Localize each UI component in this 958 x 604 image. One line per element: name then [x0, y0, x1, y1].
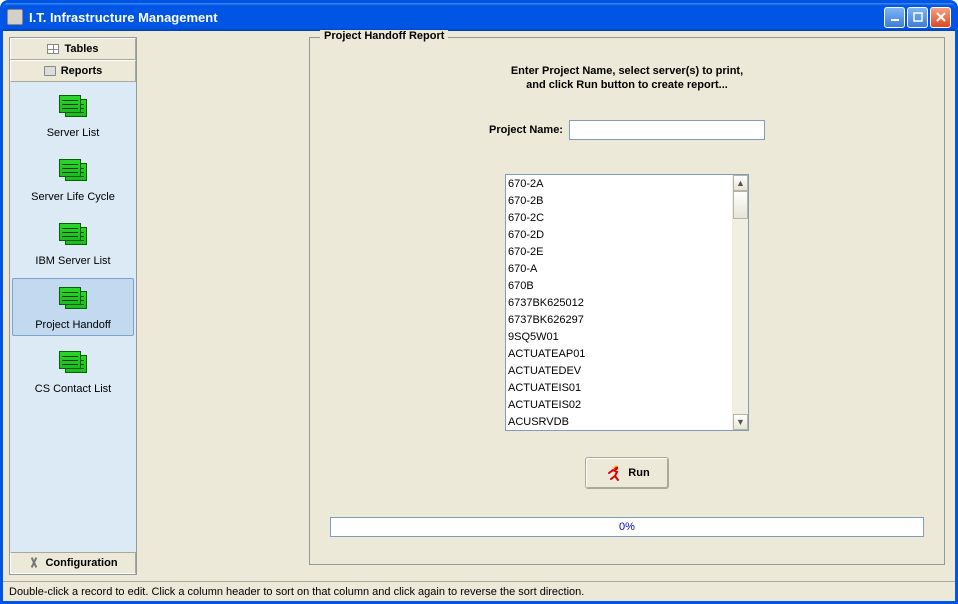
server-list-item[interactable]: ACTUATEAP01 — [508, 346, 730, 363]
progress-bar: 0% — [330, 517, 924, 537]
minimize-button[interactable] — [884, 7, 905, 28]
tables-icon — [47, 44, 59, 54]
project-name-label: Project Name: — [489, 124, 563, 136]
run-button-label: Run — [628, 467, 649, 479]
sidebar-item[interactable]: IBM Server List — [12, 214, 134, 272]
sidebar-item[interactable]: Project Handoff — [12, 278, 134, 336]
sidebar-item-label: Server Life Cycle — [31, 191, 115, 203]
scroll-track[interactable] — [733, 191, 748, 414]
sidebar-item[interactable]: CS Contact List — [12, 342, 134, 400]
sidebar-tab-reports-label: Reports — [61, 65, 103, 77]
maximize-icon — [913, 12, 923, 22]
sidebar-item[interactable]: Server List — [12, 86, 134, 144]
statusbar: Double-click a record to edit. Click a c… — [3, 581, 955, 601]
sidebar-tab-tables-label: Tables — [64, 43, 98, 55]
server-list-item[interactable]: 670-2D — [508, 227, 730, 244]
server-list-item[interactable]: ACTUATEIS02 — [508, 397, 730, 414]
sidebar-item[interactable]: Server Life Cycle — [12, 150, 134, 208]
server-list-item[interactable]: ACTUATEDEV — [508, 363, 730, 380]
report-panel: Project Handoff Report Enter Project Nam… — [309, 37, 945, 565]
server-list-content: 670-2A670-2B670-2C670-2D670-2E670-A670B6… — [506, 175, 732, 430]
report-instructions: Enter Project Name, select server(s) to … — [322, 64, 932, 92]
sidebar-tab-reports[interactable]: Reports — [10, 60, 136, 82]
scroll-thumb[interactable] — [733, 191, 748, 219]
server-list-item[interactable]: 6737BK625012 — [508, 295, 730, 312]
instructions-line2: and click Run button to create report... — [526, 79, 728, 91]
sidebar-tab-tables[interactable]: Tables — [10, 38, 136, 60]
server-list-item[interactable]: 670-2B — [508, 193, 730, 210]
app-icon — [7, 9, 23, 25]
server-list-item[interactable]: 670-2E — [508, 244, 730, 261]
window-title: I.T. Infrastructure Management — [29, 10, 884, 25]
client-area: Tables Reports Server List Server Life Cy… — [3, 31, 955, 601]
close-icon — [936, 12, 946, 22]
run-icon — [604, 464, 622, 482]
server-listbox[interactable]: 670-2A670-2B670-2C670-2D670-2E670-A670B6… — [505, 174, 749, 431]
sidebar-item-label: Server List — [47, 127, 100, 139]
server-list-item[interactable]: 670-2C — [508, 210, 730, 227]
sidebar-item-label: CS Contact List — [35, 383, 111, 395]
sidebar-tab-configuration-label: Configuration — [45, 557, 117, 569]
statusbar-hint: Double-click a record to edit. Click a c… — [9, 586, 584, 598]
server-list-item[interactable]: ACTUATEIS01 — [508, 380, 730, 397]
server-list-item[interactable]: ACUSRVDB — [508, 414, 730, 430]
server-list-item[interactable]: 9SQ5W01 — [508, 329, 730, 346]
run-button[interactable]: Run — [585, 457, 669, 489]
report-item-icon — [57, 223, 89, 251]
server-list-item[interactable]: 6737BK626297 — [508, 312, 730, 329]
maximize-button[interactable] — [907, 7, 928, 28]
minimize-icon — [890, 12, 900, 22]
sidebar: Tables Reports Server List Server Life Cy… — [9, 37, 137, 575]
report-item-icon — [57, 95, 89, 123]
project-name-input[interactable] — [569, 120, 765, 140]
configuration-icon — [28, 557, 40, 569]
report-item-icon — [57, 287, 89, 315]
report-legend: Project Handoff Report — [320, 30, 448, 42]
scroll-down-button[interactable]: ▼ — [733, 414, 748, 430]
progress-text: 0% — [619, 521, 635, 533]
scrollbar: ▲ ▼ — [732, 175, 748, 430]
app-window: I.T. Infrastructure Management Tables — [0, 0, 958, 604]
instructions-line1: Enter Project Name, select server(s) to … — [511, 65, 743, 77]
server-list-item[interactable]: 670-A — [508, 261, 730, 278]
sidebar-item-label: IBM Server List — [35, 255, 110, 267]
report-item-icon — [57, 351, 89, 379]
reports-icon — [44, 66, 56, 76]
titlebar: I.T. Infrastructure Management — [3, 3, 955, 31]
sidebar-items: Server List Server Life Cycle IBM Server L… — [10, 82, 136, 552]
scroll-up-button[interactable]: ▲ — [733, 175, 748, 191]
sidebar-item-label: Project Handoff — [35, 319, 111, 331]
content-area: Project Handoff Report Enter Project Nam… — [143, 37, 949, 575]
report-item-icon — [57, 159, 89, 187]
close-button[interactable] — [930, 7, 951, 28]
sidebar-tab-configuration[interactable]: Configuration — [10, 552, 136, 574]
server-list-item[interactable]: 670B — [508, 278, 730, 295]
server-list-item[interactable]: 670-2A — [508, 176, 730, 193]
